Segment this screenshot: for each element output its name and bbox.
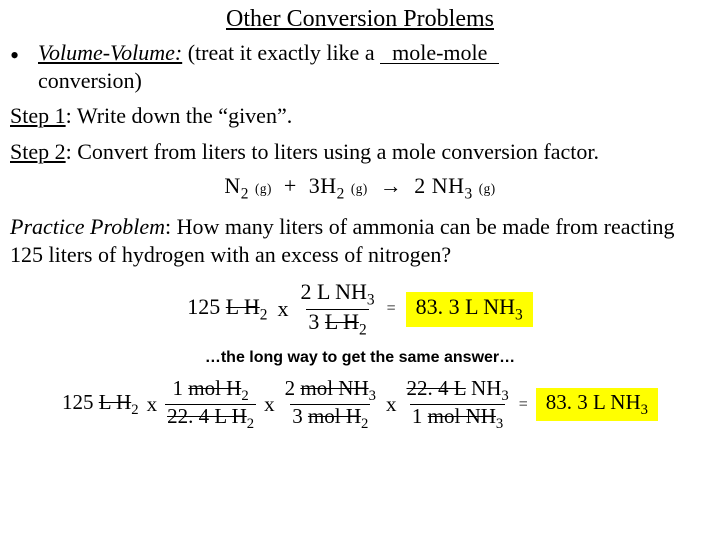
dimensional-analysis-long: 125 L H2 x 1 mol H2 22. 4 L H2 x 2 mol N… xyxy=(10,377,710,433)
step-1-text: : Write down the “given”. xyxy=(66,103,293,128)
bullet-body: Volume-Volume: (treat it exactly like a … xyxy=(38,39,710,94)
given-term: 125 L H2 xyxy=(187,294,267,324)
fraction-denominator: 3 L H2 xyxy=(306,309,368,339)
product-1: 2 NH3 (g) xyxy=(414,173,495,198)
slide: Other Conversion Problems • Volume-Volum… xyxy=(0,0,720,540)
times-l3: x xyxy=(384,392,399,417)
bullet-lead: Volume-Volume: xyxy=(38,40,182,65)
reactant-2: 3H2 (g) xyxy=(309,173,368,198)
slide-title: Other Conversion Problems xyxy=(10,6,710,33)
dimensional-analysis-short: 125 L H2 x 2 L NH3 3 L H2 = 83. 3 L NH3 xyxy=(10,280,710,338)
plus: + xyxy=(284,173,297,198)
equals: = xyxy=(385,300,398,318)
practice-label: Practice Problem xyxy=(10,214,165,239)
chemical-equation: N2 (g) + 3H2 (g) → 2 NH3 (g) xyxy=(10,173,710,203)
answer-short: 83. 3 L NH3 xyxy=(406,292,533,326)
long-way-caption: …the long way to get the same answer… xyxy=(10,349,710,367)
fraction-numerator: 2 L NH3 xyxy=(298,280,376,309)
times-l2: x xyxy=(262,392,277,417)
arrow-icon: → xyxy=(380,173,403,198)
bullet-dot: • xyxy=(10,39,38,94)
reactant-1: N2 (g) xyxy=(224,173,271,198)
answer-long: 83. 3 L NH3 xyxy=(536,388,658,421)
given-term-long: 125 L H2 xyxy=(62,390,139,419)
step-1: Step 1: Write down the “given”. xyxy=(10,102,710,130)
bullet-fill-blank: mole-mole xyxy=(380,43,499,64)
times-l1: x xyxy=(145,392,160,417)
conversion-fraction: 2 L NH3 3 L H2 xyxy=(298,280,376,338)
fraction-long-3: 22. 4 L NH3 1 mol NH3 xyxy=(404,377,510,433)
times-1: x xyxy=(275,296,290,322)
bullet-tail: conversion) xyxy=(38,68,142,93)
practice-problem: Practice Problem: How many liters of amm… xyxy=(10,213,710,268)
fraction-long-2: 2 mol NH3 3 mol H2 xyxy=(283,377,378,433)
step-1-label: Step 1 xyxy=(10,103,66,128)
equals-long: = xyxy=(517,396,530,414)
bullet-volume-volume: • Volume-Volume: (treat it exactly like … xyxy=(10,39,710,94)
bullet-mid: (treat it exactly like a xyxy=(182,40,380,65)
step-2-text: : Convert from liters to liters using a … xyxy=(66,139,599,164)
step-2-label: Step 2 xyxy=(10,139,66,164)
step-2: Step 2: Convert from liters to liters us… xyxy=(10,138,710,166)
fraction-long-1: 1 mol H2 22. 4 L H2 xyxy=(165,377,256,433)
